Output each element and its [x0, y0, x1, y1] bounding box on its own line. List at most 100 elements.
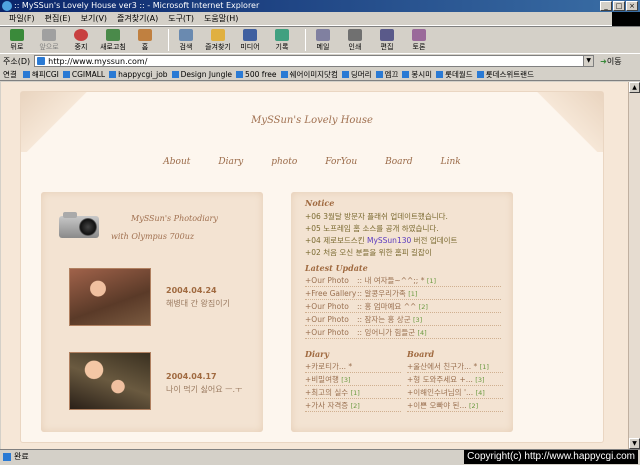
- menu-view[interactable]: 보기(V): [76, 12, 112, 25]
- print-icon: [348, 28, 362, 41]
- notice-item[interactable]: +05 노프레임 홈 소스를 공개 하였습니다.: [305, 223, 439, 234]
- update-row[interactable]: +Our Photo:: 잉어니가 힘들군 [4]: [305, 327, 501, 339]
- go-arrow-icon: ➜: [600, 56, 607, 66]
- forward-button[interactable]: 앞으로: [36, 28, 62, 52]
- link-icon: [436, 70, 444, 78]
- windows-logo-icon: [612, 12, 640, 26]
- menu-tools[interactable]: 도구(T): [163, 12, 199, 25]
- go-button[interactable]: ➜이동: [600, 56, 621, 67]
- photo-caption[interactable]: 나이 먹기 싫어요 ㅡ.ㅜ: [166, 384, 242, 395]
- minimize-button[interactable]: _: [600, 1, 612, 11]
- link-icon: [375, 70, 383, 78]
- link-item[interactable]: 500 free: [236, 70, 277, 79]
- link-item[interactable]: happycgi_job: [109, 70, 168, 79]
- address-input[interactable]: http://www.myssun.com/ ▼: [34, 55, 595, 67]
- favorites-button[interactable]: 즐겨찾기: [205, 28, 231, 52]
- home-button[interactable]: 홈: [132, 28, 158, 52]
- favorites-icon: [211, 28, 225, 41]
- discuss-icon: [412, 28, 426, 41]
- menu-favorites[interactable]: 즐겨찾기(A): [112, 12, 163, 25]
- diary-item[interactable]: +카로티가... *: [305, 361, 401, 373]
- back-button[interactable]: 뒤로: [4, 28, 30, 52]
- board-item[interactable]: +울산에서 친구가... * [1]: [407, 361, 503, 373]
- nav-photo[interactable]: photo: [257, 157, 311, 167]
- menu-file[interactable]: 파일(F): [4, 12, 40, 25]
- maximize-button[interactable]: □: [613, 1, 625, 11]
- address-label: 주소(D): [3, 56, 31, 66]
- toolbar-separator: [305, 29, 306, 51]
- scroll-up-icon[interactable]: ▲: [629, 82, 640, 93]
- nav-about[interactable]: About: [149, 157, 204, 167]
- link-item[interactable]: CGIMALL: [62, 70, 105, 79]
- home-icon: [138, 28, 152, 41]
- vertical-scrollbar[interactable]: ▲ ▼: [628, 82, 640, 449]
- update-row[interactable]: +Our Photo:: 홍 엄마예요 ^^ [2]: [305, 301, 501, 313]
- link-item[interactable]: 엠끄: [375, 69, 398, 80]
- notice-item[interactable]: +04 제로보드스킨 MySSun130 버전 업데이트: [305, 235, 457, 246]
- print-button[interactable]: 인쇄: [342, 28, 368, 52]
- link-item[interactable]: 롯데월드: [436, 69, 473, 80]
- camera-icon: [59, 210, 99, 240]
- window-titlebar: :: MySSun's Lovely House ver3 :: - Micro…: [0, 0, 640, 12]
- notice-item[interactable]: +02 처음 오신 분들을 위한 홈피 길잡이: [305, 247, 432, 258]
- page-done-icon: [3, 453, 11, 461]
- board-item[interactable]: +이해인수녀님의 '... [4]: [407, 387, 503, 399]
- menu-help[interactable]: 도움말(H): [199, 12, 243, 25]
- photo-date: 2004.04.17: [166, 372, 217, 381]
- refresh-button[interactable]: 새로고침: [100, 28, 126, 52]
- site-title: MySSun's Lovely House: [251, 115, 373, 126]
- diary-photo[interactable]: [69, 352, 151, 410]
- search-icon: [179, 28, 193, 41]
- photo-caption[interactable]: 해병대 간 왕짐이기: [166, 298, 230, 309]
- nav-board[interactable]: Board: [371, 157, 426, 167]
- update-row[interactable]: +Our Photo:: 내 여자들~^^;; * [1]: [305, 275, 501, 287]
- update-row[interactable]: +Our Photo:: 잠자는 홍 상군 [3]: [305, 314, 501, 326]
- link-item[interactable]: 쉐어이미지닷컴: [280, 69, 338, 80]
- nav-link[interactable]: Link: [427, 157, 475, 167]
- nav-diary[interactable]: Diary: [204, 157, 257, 167]
- board-item[interactable]: +이쁜 오빠야 된... [2]: [407, 400, 503, 412]
- diary-heading: Diary: [305, 349, 330, 359]
- edit-button[interactable]: 편집: [374, 28, 400, 52]
- close-button[interactable]: ×: [626, 1, 638, 11]
- history-button[interactable]: 기록: [269, 28, 295, 52]
- history-icon: [275, 28, 289, 41]
- updates-panel: Notice +06 3월달 방문자 플래쉬 업데이트했습니다. +05 노프레…: [291, 192, 513, 432]
- photodiary-subtitle: with Olympus 700uz: [111, 232, 195, 241]
- notice-heading: Notice: [305, 198, 335, 208]
- link-item[interactable]: 해피CGI: [22, 69, 59, 80]
- photodiary-title: MySSun's Photodiary: [131, 214, 218, 223]
- update-row[interactable]: +Free Gallery:: 알콩우리가족 [1]: [305, 288, 501, 300]
- link-icon: [22, 70, 30, 78]
- media-icon: [243, 28, 257, 41]
- stop-icon: [74, 28, 88, 41]
- stop-button[interactable]: 중지: [68, 28, 94, 52]
- nav-foryou[interactable]: ForYou: [311, 157, 371, 167]
- link-icon: [341, 70, 349, 78]
- links-bar: 연결 해피CGI CGIMALL happycgi_job Design Jun…: [0, 68, 640, 81]
- notice-item[interactable]: +06 3월달 방문자 플래쉬 업데이트했습니다.: [305, 211, 448, 222]
- discuss-button[interactable]: 토론: [406, 28, 432, 52]
- scroll-down-icon[interactable]: ▼: [629, 438, 640, 449]
- page-icon: [37, 57, 46, 65]
- mail-button[interactable]: 메일: [310, 28, 336, 52]
- media-button[interactable]: 미디어: [237, 28, 263, 52]
- diary-photo[interactable]: [69, 268, 151, 326]
- search-button[interactable]: 검색: [173, 28, 199, 52]
- latest-heading: Latest Update: [305, 263, 368, 273]
- link-icon: [171, 70, 179, 78]
- window-controls: _ □ ×: [600, 1, 638, 11]
- diary-item[interactable]: +가사 자격증 [2]: [305, 400, 401, 412]
- menu-edit[interactable]: 편집(E): [40, 12, 76, 25]
- link-item[interactable]: Design Jungle: [171, 70, 232, 79]
- chevron-down-icon[interactable]: ▼: [583, 56, 594, 66]
- diary-item[interactable]: +최고의 실수 [1]: [305, 387, 401, 399]
- diary-item[interactable]: +비밀여행 [3]: [305, 374, 401, 386]
- board-item[interactable]: +형 도와주세요 +... [3]: [407, 374, 503, 386]
- link-item[interactable]: 롯데스위트랜드: [476, 69, 534, 80]
- site-card: MySSun's Lovely House About Diary photo …: [21, 92, 603, 442]
- link-icon: [280, 70, 288, 78]
- link-icon: [236, 70, 244, 78]
- link-item[interactable]: 딩머리: [341, 69, 372, 80]
- link-item[interactable]: 봉시미: [402, 69, 432, 80]
